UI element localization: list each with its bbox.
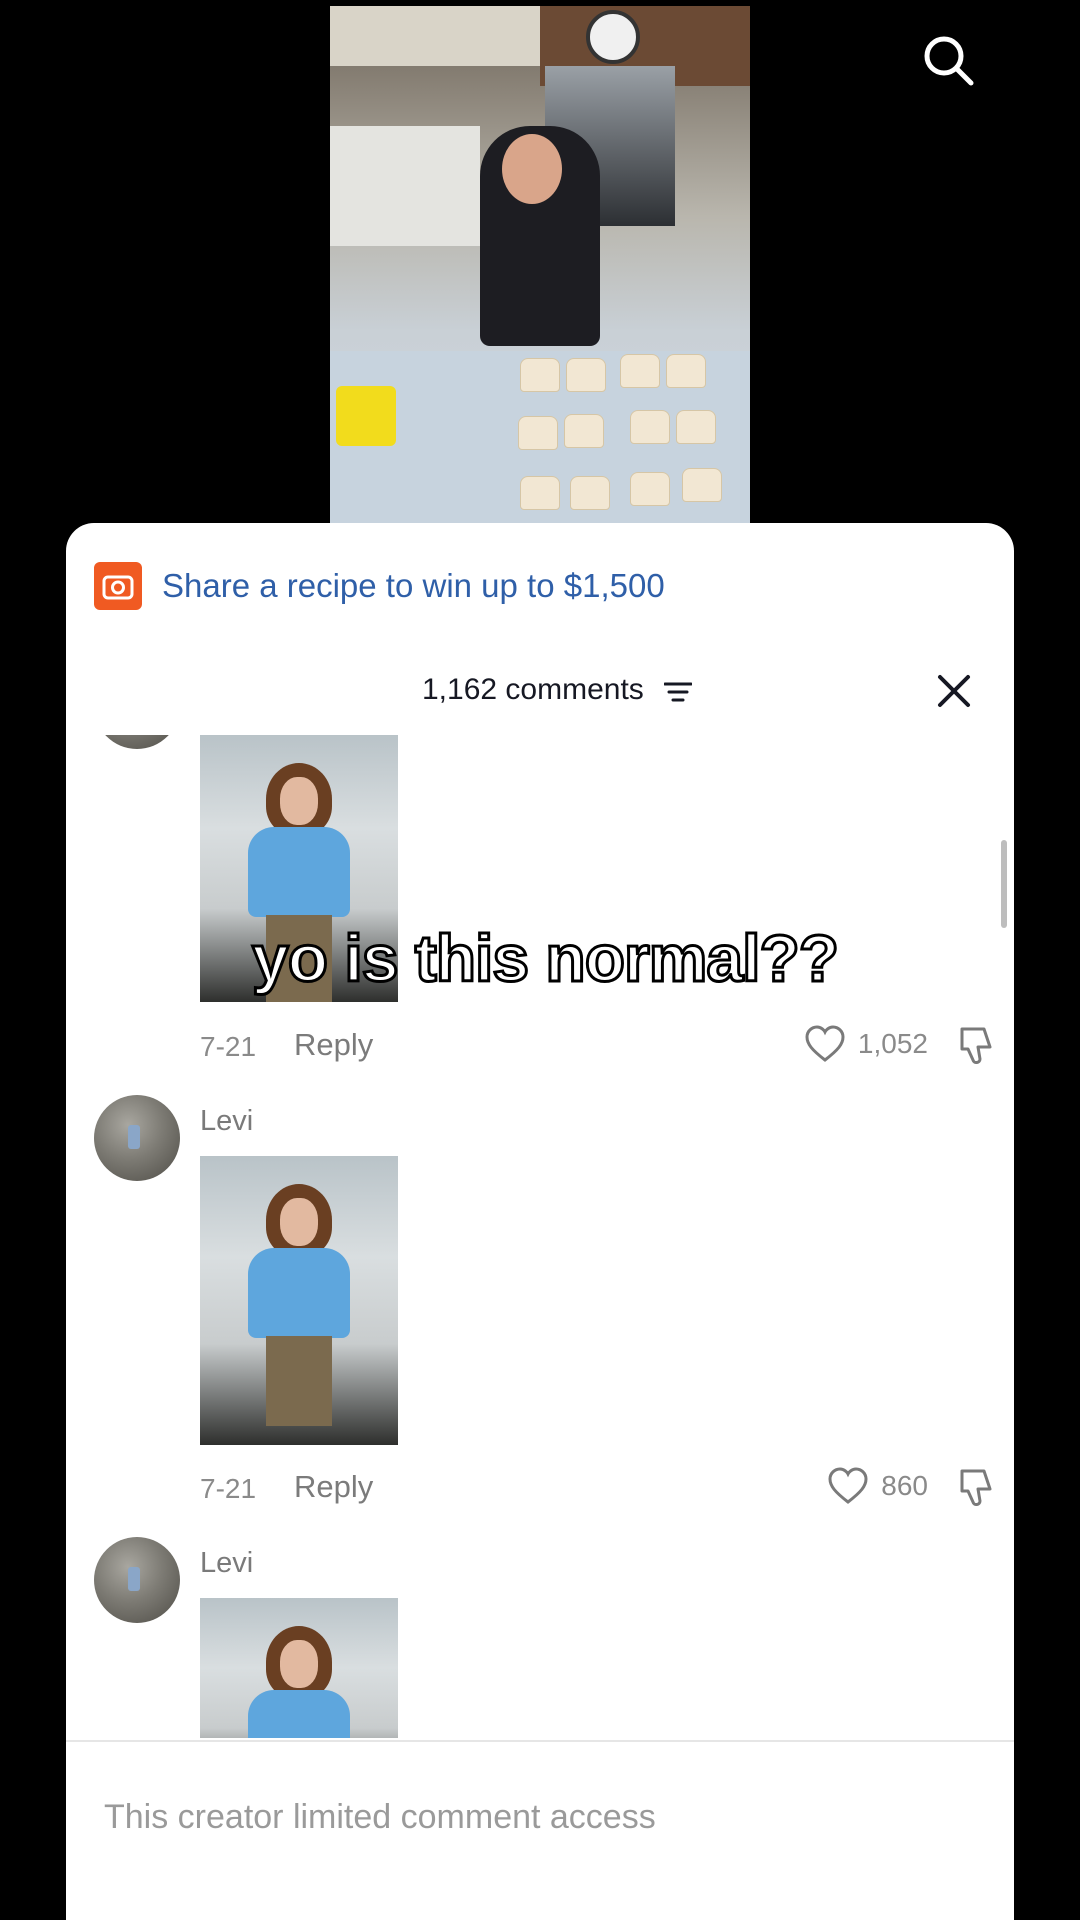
bread-slice bbox=[520, 358, 560, 392]
avatar[interactable] bbox=[94, 1095, 180, 1181]
figure-pants bbox=[266, 1336, 332, 1426]
video-preview[interactable] bbox=[330, 6, 750, 532]
figure-face bbox=[280, 777, 318, 825]
comment-image[interactable] bbox=[200, 1598, 398, 1738]
bread-slice bbox=[630, 410, 670, 444]
comments-list[interactable]: 7-21 Reply 1,052 Levi 7-21 Reply 860 Lev… bbox=[66, 735, 1014, 1738]
search-icon[interactable] bbox=[920, 32, 976, 88]
figure-shirt bbox=[248, 1248, 350, 1338]
comment-date: 7-21 bbox=[200, 1031, 257, 1062]
comments-header: 1,162 comments bbox=[66, 663, 1014, 723]
reply-button[interactable]: Reply bbox=[294, 1027, 373, 1063]
comment-image[interactable] bbox=[200, 1156, 398, 1445]
reply-button[interactable]: Reply bbox=[294, 1469, 373, 1505]
scrollbar[interactable] bbox=[1001, 840, 1007, 928]
comment-input-area: This creator limited comment access bbox=[66, 1740, 1014, 1920]
comments-count: 1,162 comments bbox=[422, 673, 644, 706]
bread-slice bbox=[620, 354, 660, 388]
like-button[interactable]: 1,052 bbox=[804, 1025, 928, 1063]
video-caption-overlay: yo is this normal?? bbox=[250, 920, 840, 997]
camera-icon bbox=[94, 562, 142, 610]
video-clock bbox=[586, 10, 640, 64]
comment-meta: 7-21 Reply 1,052 bbox=[200, 1025, 1000, 1069]
dislike-icon[interactable] bbox=[954, 1467, 996, 1509]
figure-shirt bbox=[248, 827, 350, 917]
username[interactable]: Levi bbox=[200, 1547, 253, 1580]
bread-slice bbox=[570, 476, 610, 510]
figure-face bbox=[280, 1640, 318, 1688]
figure-face bbox=[280, 1198, 318, 1246]
dislike-icon[interactable] bbox=[954, 1025, 996, 1067]
bread-slice bbox=[630, 472, 670, 506]
comment-meta: 7-21 Reply 860 bbox=[200, 1467, 1000, 1511]
limited-access-notice: This creator limited comment access bbox=[104, 1798, 656, 1836]
video-sink bbox=[330, 126, 480, 246]
promo-banner[interactable]: Share a recipe to win up to $1,500 bbox=[94, 561, 665, 611]
comments-sheet: Share a recipe to win up to $1,500 1,162… bbox=[66, 523, 1014, 1920]
bread-slice bbox=[520, 476, 560, 510]
bread-slice bbox=[676, 410, 716, 444]
avatar[interactable] bbox=[94, 1537, 180, 1623]
avatar[interactable] bbox=[94, 735, 180, 749]
bread-slice bbox=[564, 414, 604, 448]
heart-icon bbox=[805, 1025, 845, 1062]
comment-date: 7-21 bbox=[200, 1473, 257, 1504]
like-button[interactable]: 860 bbox=[827, 1467, 928, 1505]
bread-slice bbox=[566, 358, 606, 392]
figure-shirt bbox=[248, 1690, 350, 1738]
username[interactable]: Levi bbox=[200, 1105, 253, 1138]
video-person-head bbox=[502, 134, 562, 204]
like-count: 860 bbox=[881, 1470, 928, 1501]
heart-icon bbox=[828, 1467, 868, 1504]
bread-slice bbox=[682, 468, 722, 502]
video-cheese bbox=[336, 386, 396, 446]
promo-text[interactable]: Share a recipe to win up to $1,500 bbox=[162, 567, 665, 605]
bread-slice bbox=[666, 354, 706, 388]
bread-slice bbox=[518, 416, 558, 450]
close-icon[interactable] bbox=[934, 671, 974, 711]
sort-filter-icon[interactable] bbox=[664, 681, 692, 703]
like-count: 1,052 bbox=[857, 1028, 928, 1059]
